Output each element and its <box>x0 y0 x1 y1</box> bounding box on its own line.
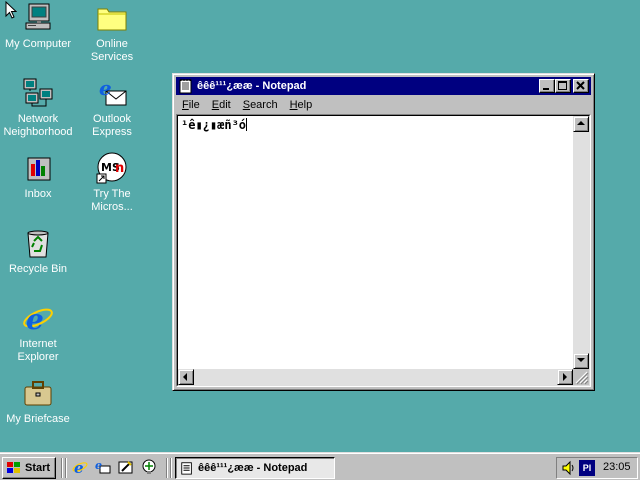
inbox-icon <box>27 157 51 181</box>
desktop-icon-label: Network Neighborhood <box>3 113 73 138</box>
desktop-icon-label: Inbox <box>24 188 52 200</box>
taskbar-separator <box>166 458 168 478</box>
desktop-icon-label: My Briefcase <box>6 413 70 425</box>
svg-text:e: e <box>74 459 84 475</box>
taskbar-button-notepad[interactable]: êêê¹¹¹¿ææ - Notepad <box>175 457 335 479</box>
text-edit-area[interactable]: ¹ê▮¿▮æñ³ó <box>177 115 590 386</box>
maximize-icon <box>558 81 567 90</box>
menu-edit[interactable]: Edit <box>206 99 237 111</box>
briefcase-icon <box>24 381 52 406</box>
menu-help[interactable]: Help <box>284 99 319 111</box>
resize-grip-icon <box>575 371 589 385</box>
text-caret <box>246 118 248 131</box>
title-bar[interactable]: êêê¹¹¹¿ææ - Notepad <box>176 77 591 95</box>
document-text[interactable]: ¹ê▮¿▮æñ³ó <box>181 118 248 132</box>
speaker-icon[interactable] <box>561 460 575 476</box>
vertical-scrollbar[interactable] <box>573 116 589 369</box>
resize-grip[interactable] <box>573 369 589 385</box>
desktop-icon-msn[interactable]: MS n Try The Micros... <box>74 152 150 214</box>
arrow-down-icon <box>577 358 585 362</box>
taskbar: Start e e êêê¹¹¹¿ææ - Notepad Pl 23:05 <box>0 452 640 480</box>
system-tray: Pl 23:05 <box>556 457 638 479</box>
desktop-icon-online-services[interactable]: Online Services <box>74 2 150 64</box>
my-computer-icon <box>25 3 51 30</box>
svg-text:e: e <box>95 459 102 472</box>
windows-logo-icon <box>7 462 20 473</box>
quicklaunch-show-desktop-icon[interactable] <box>118 459 134 475</box>
desktop-icon-inbox[interactable]: Inbox <box>0 152 76 201</box>
taskbar-separator <box>65 458 67 478</box>
outlook-express-icon: e <box>99 77 127 106</box>
horizontal-scrollbar[interactable] <box>178 369 573 385</box>
scroll-down-button[interactable] <box>573 353 589 369</box>
folder-icon <box>97 8 127 31</box>
notepad-icon <box>179 79 192 94</box>
network-icon <box>23 78 53 107</box>
scroll-up-button[interactable] <box>573 116 589 132</box>
edit-area-frame: ¹ê▮¿▮æñ³ó <box>176 114 591 387</box>
window-title: êêê¹¹¹¿ææ - Notepad <box>197 80 307 92</box>
menu-bar: File Edit Search Help <box>176 96 591 114</box>
taskbar-button-label: êêê¹¹¹¿ææ - Notepad <box>198 462 308 474</box>
recycle-bin-icon <box>27 230 49 258</box>
close-button[interactable] <box>573 79 589 93</box>
desktop-icon-my-briefcase[interactable]: My Briefcase <box>0 377 76 426</box>
desktop-icon-network-neighborhood[interactable]: Network Neighborhood <box>0 77 76 139</box>
msn-icon: MS n <box>96 152 127 184</box>
quicklaunch-outlook-express-icon[interactable]: e <box>95 459 111 475</box>
arrow-right-icon <box>563 373 567 381</box>
taskbar-separator <box>61 458 63 478</box>
internet-explorer-icon: e <box>23 303 53 334</box>
language-indicator[interactable]: Pl <box>579 460 595 476</box>
scroll-right-button[interactable] <box>557 369 573 385</box>
desktop-icon-label: Try The Micros... <box>91 188 133 213</box>
taskbar-separator <box>170 458 172 478</box>
svg-text:e: e <box>99 77 112 100</box>
scroll-left-button[interactable] <box>178 369 194 385</box>
menu-search[interactable]: Search <box>237 99 284 111</box>
desktop-icon-outlook-express[interactable]: e Outlook Express <box>74 77 150 139</box>
desktop-icon-label: Internet Explorer <box>17 338 59 363</box>
document-content: ¹ê▮¿▮æñ³ó <box>181 118 247 132</box>
start-label: Start <box>25 462 51 474</box>
desktop-icon-my-computer[interactable]: My Computer <box>0 2 76 51</box>
maximize-button[interactable] <box>555 79 571 93</box>
desktop-icon-label: Online Services <box>90 38 134 63</box>
start-button[interactable]: Start <box>2 457 56 479</box>
arrow-up-icon <box>577 121 585 125</box>
desktop-icon-label: Recycle Bin <box>8 263 68 275</box>
quicklaunch-internet-explorer-icon[interactable]: e <box>72 459 88 475</box>
menu-file[interactable]: File <box>176 99 206 111</box>
desktop-icon-internet-explorer[interactable]: e Internet Explorer <box>0 302 76 364</box>
desktop-icon-recycle-bin[interactable]: Recycle Bin <box>0 227 76 276</box>
desktop-icon-label: My Computer <box>4 38 72 50</box>
minimize-button[interactable] <box>539 79 555 93</box>
notepad-icon <box>181 462 192 475</box>
svg-text:n: n <box>115 161 124 176</box>
desktop-icon-label: Outlook Express <box>92 113 132 138</box>
close-icon <box>576 81 585 90</box>
quicklaunch-channels-icon[interactable] <box>141 459 157 475</box>
minimize-icon <box>543 88 549 90</box>
svg-text:e: e <box>26 303 44 334</box>
notepad-window[interactable]: êêê¹¹¹¿ææ - Notepad File Edit Search Hel… <box>172 73 595 391</box>
arrow-left-icon <box>183 373 187 381</box>
clock[interactable]: 23:05 <box>603 461 631 473</box>
